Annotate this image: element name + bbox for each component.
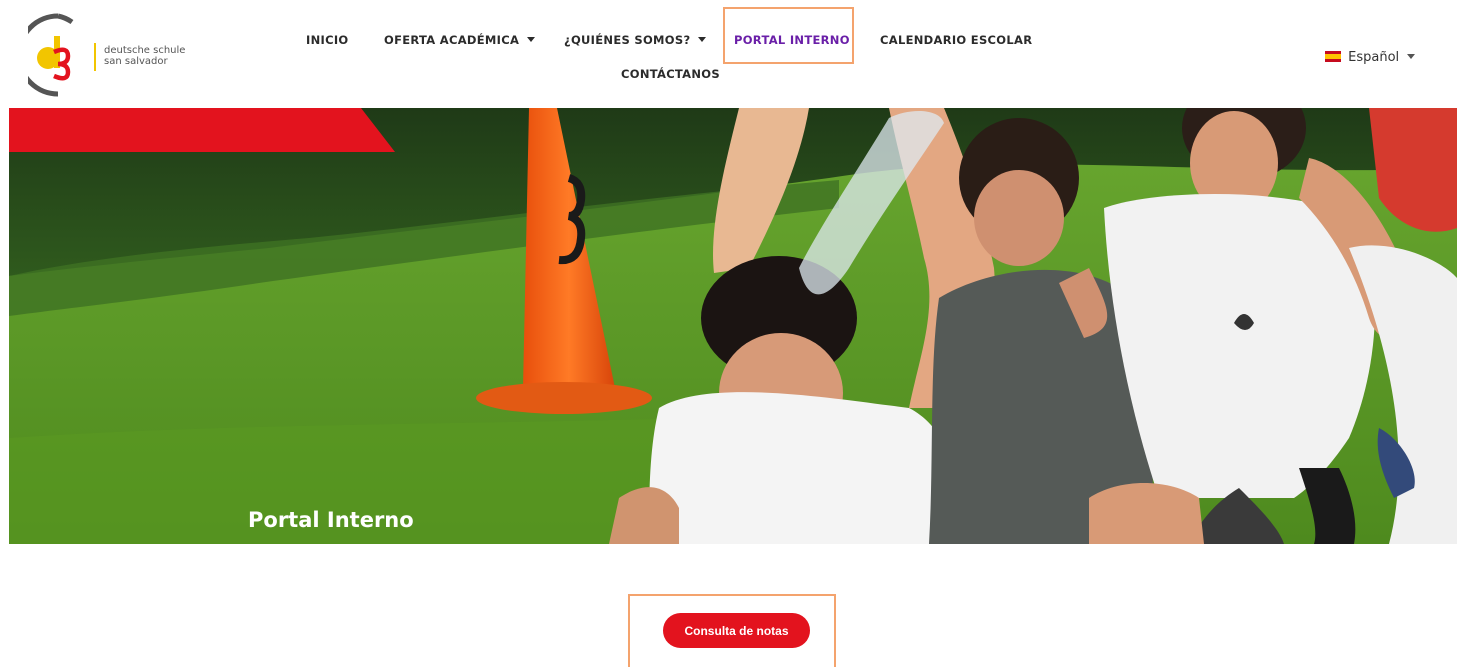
site-header: deutsche schule san salvador INICIO OFER… [0, 0, 1457, 108]
page-title: Portal Interno [248, 508, 414, 532]
nav-item-label: OFERTA ACADÉMICA [384, 33, 520, 47]
nav-item-quienes-somos[interactable]: ¿QUIÉNES SOMOS? [564, 33, 707, 47]
page: deutsche schule san salvador INICIO OFER… [0, 0, 1457, 667]
nav-item-inicio[interactable]: INICIO [306, 33, 348, 47]
language-selector[interactable]: Español [1325, 50, 1416, 65]
language-label: Español [1348, 50, 1400, 65]
chevron-down-icon [698, 37, 707, 42]
nav-item-calendario-escolar[interactable]: CALENDARIO ESCOLAR [880, 33, 1032, 47]
main-navigation: INICIO OFERTA ACADÉMICA ¿QUIÉNES SOMOS? … [0, 0, 1457, 108]
nav-item-label: CALENDARIO ESCOLAR [880, 33, 1033, 47]
hero-photo [9, 108, 1457, 544]
nav-item-contactanos[interactable]: CONTÁCTANOS [621, 67, 720, 81]
chevron-down-icon [527, 37, 536, 42]
chevron-down-icon [1407, 54, 1416, 59]
hero-title-ribbon [9, 108, 395, 152]
hero-banner-image [9, 108, 1457, 544]
nav-item-oferta-academica[interactable]: OFERTA ACADÉMICA [384, 33, 536, 47]
active-nav-highlight-box [723, 7, 854, 64]
spain-flag-icon [1325, 51, 1341, 62]
nav-item-label: CONTÁCTANOS [621, 67, 720, 81]
consulta-de-notas-button[interactable]: Consulta de notas [663, 613, 810, 648]
nav-item-label: INICIO [306, 33, 349, 47]
nav-item-label: ¿QUIÉNES SOMOS? [564, 33, 691, 47]
